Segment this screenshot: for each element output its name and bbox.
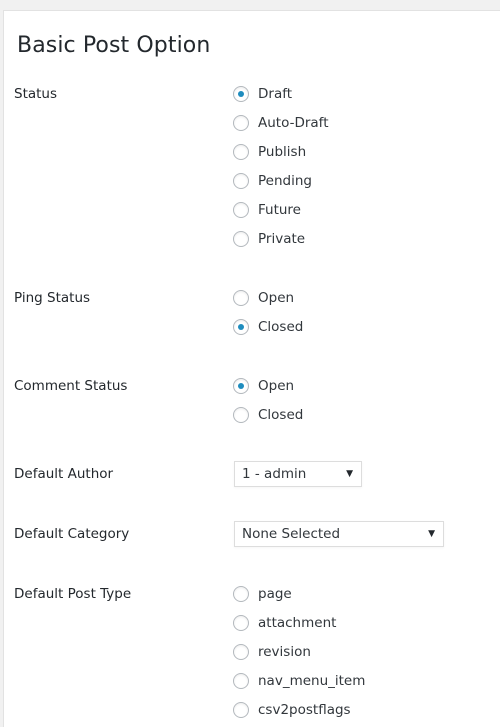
radio-button[interactable] [233, 377, 249, 394]
radio-button[interactable] [233, 172, 249, 189]
radio-label: Pending [258, 172, 312, 189]
status-label: Status [14, 86, 58, 102]
caret-down-icon: ▼ [428, 529, 435, 539]
default-post-type-label: Default Post Type [14, 586, 132, 602]
radio-label: page [258, 585, 292, 602]
radio-label: Private [258, 230, 306, 247]
status-option[interactable]: Publish [233, 137, 329, 166]
default-post-type-option[interactable]: revision [233, 637, 365, 666]
radio-label: Closed [258, 318, 304, 335]
radio-button[interactable] [233, 701, 249, 718]
comment-status-option[interactable]: Open [233, 371, 303, 400]
radio-label: Open [258, 289, 295, 306]
ping-status-label: Ping Status [14, 290, 91, 306]
radio-button[interactable] [233, 614, 249, 631]
ping-status-option[interactable]: Closed [233, 312, 303, 341]
default-category-label: Default Category [14, 526, 130, 542]
default-author-label: Default Author [14, 466, 114, 482]
ping-status-radio-group: Open Closed [233, 283, 303, 341]
comment-status-option[interactable]: Closed [233, 400, 303, 429]
radio-button[interactable] [233, 230, 249, 247]
radio-label: Open [258, 377, 295, 394]
radio-label: nav_menu_item [258, 672, 366, 689]
radio-label: attachment [258, 614, 337, 631]
radio-label: revision [258, 643, 311, 660]
ping-status-option[interactable]: Open [233, 283, 303, 312]
status-option[interactable]: Draft [233, 79, 329, 108]
default-post-type-option[interactable]: attachment [233, 608, 365, 637]
panel-title: Basic Post Option [17, 33, 211, 58]
default-author-value: 1 - admin [242, 466, 307, 482]
caret-down-icon: ▼ [346, 469, 353, 479]
radio-button[interactable] [233, 318, 249, 335]
radio-label: Closed [258, 406, 304, 423]
radio-button[interactable] [233, 143, 249, 160]
radio-button[interactable] [233, 643, 249, 660]
default-author-select[interactable]: 1 - admin ▼ [234, 461, 362, 487]
radio-button[interactable] [233, 85, 249, 102]
default-post-type-radio-group: page attachment revision nav_menu_item csv2p… [233, 579, 365, 724]
status-radio-group: Draft Auto-Draft Publish Pending Future Priva… [233, 79, 329, 253]
default-category-value: None Selected [242, 526, 341, 542]
default-post-type-option[interactable]: nav_menu_item [233, 666, 365, 695]
radio-button[interactable] [233, 289, 249, 306]
default-post-type-option[interactable]: page [233, 579, 365, 608]
radio-label: Auto-Draft [258, 114, 329, 131]
status-option[interactable]: Pending [233, 166, 329, 195]
radio-label: csv2postflags [258, 701, 351, 718]
radio-button[interactable] [233, 201, 249, 218]
radio-button[interactable] [233, 585, 249, 602]
default-post-type-option[interactable]: csv2postflags [233, 695, 365, 724]
radio-button[interactable] [233, 672, 249, 689]
radio-label: Draft [258, 85, 293, 102]
status-option[interactable]: Future [233, 195, 329, 224]
radio-button[interactable] [233, 406, 249, 423]
comment-status-label: Comment Status [14, 378, 128, 394]
default-category-select[interactable]: None Selected ▼ [234, 521, 444, 547]
radio-label: Future [258, 201, 301, 218]
status-option[interactable]: Auto-Draft [233, 108, 329, 137]
comment-status-radio-group: Open Closed [233, 371, 303, 429]
radio-label: Publish [258, 143, 307, 160]
basic-post-option-panel: Basic Post Option Status Draft Auto-Draft… [3, 10, 500, 727]
status-option[interactable]: Private [233, 224, 329, 253]
radio-button[interactable] [233, 114, 249, 131]
